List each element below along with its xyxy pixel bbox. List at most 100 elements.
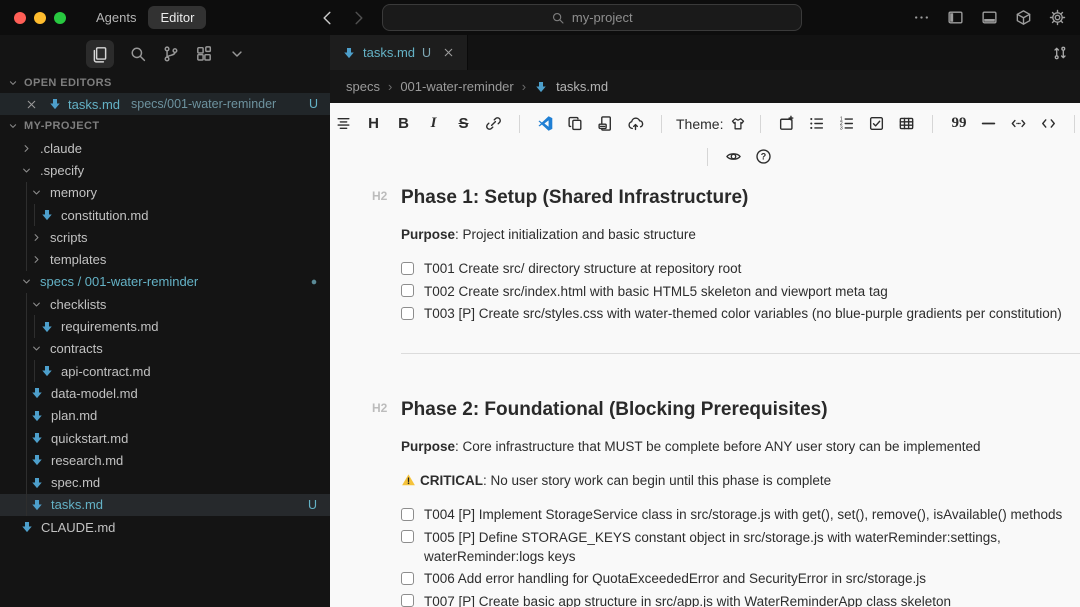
close-icon[interactable] xyxy=(25,98,38,111)
panel-left-icon[interactable] xyxy=(947,9,964,26)
forward-arrow-icon[interactable] xyxy=(350,9,368,27)
help-button[interactable]: ? xyxy=(750,144,777,170)
file-export-button[interactable] xyxy=(592,111,619,137)
heading-button[interactable]: H xyxy=(360,111,387,137)
tree-file-constitution-md[interactable]: constitution.md xyxy=(0,204,330,226)
task-checkbox[interactable] xyxy=(401,262,414,275)
tree-item-label: scripts xyxy=(50,230,88,245)
blockquote-button[interactable]: 99 xyxy=(945,111,972,137)
tree-file-api-contract-md[interactable]: api-contract.md xyxy=(0,360,330,382)
tree-file-quickstart-md[interactable]: quickstart.md xyxy=(0,427,330,449)
strikethrough-button[interactable]: S xyxy=(450,111,477,137)
tree-file-tasks-md[interactable]: tasks.mdU xyxy=(0,494,330,516)
link-button[interactable] xyxy=(480,111,507,137)
open-editors-header[interactable]: OPEN EDITORS xyxy=(0,72,330,93)
tree-item-label: .specify xyxy=(40,163,84,178)
tree-file-claude-md[interactable]: CLAUDE.md xyxy=(0,516,330,538)
task-checkbox[interactable] xyxy=(401,530,414,543)
task-checkbox[interactable] xyxy=(401,307,414,320)
task-checkbox-icon xyxy=(868,115,885,132)
bullet-list-icon xyxy=(808,115,825,132)
project-search-input[interactable]: my-project xyxy=(382,4,802,31)
tab-tasks-md[interactable]: tasks.md U xyxy=(330,35,468,70)
tree-folder-memory[interactable]: memory xyxy=(0,182,330,204)
package-cube-icon[interactable] xyxy=(1015,9,1032,26)
task-item: T003 [P] Create src/styles.css with wate… xyxy=(401,304,1080,323)
extensions-icon[interactable] xyxy=(195,45,213,63)
menu-tab-agents[interactable]: Agents xyxy=(90,6,142,29)
search-icon[interactable] xyxy=(129,45,147,63)
breadcrumb-specs[interactable]: specs xyxy=(346,79,380,94)
zoom-window-button[interactable] xyxy=(54,12,66,24)
chevron-down-icon[interactable] xyxy=(228,45,246,63)
code-block-button[interactable] xyxy=(1035,111,1062,137)
open-changes-diff-icon[interactable] xyxy=(1052,45,1068,61)
horizontal-rule-icon xyxy=(980,115,997,132)
tree-folder-contracts[interactable]: contracts xyxy=(0,338,330,360)
tree-file-data-model-md[interactable]: data-model.md xyxy=(0,382,330,404)
task-checkbox[interactable] xyxy=(401,572,414,585)
task-checkbox[interactable] xyxy=(401,508,414,521)
tree-folder-checklists[interactable]: checklists xyxy=(0,293,330,315)
tab-actions xyxy=(1052,45,1080,61)
numbered-list-button[interactable]: 123 xyxy=(833,111,860,137)
more-ellipsis-icon[interactable] xyxy=(913,9,930,26)
task-item: T001 Create src/ directory structure at … xyxy=(401,259,1080,278)
chevron-right-icon xyxy=(20,142,33,155)
document-body[interactable]: H2Phase 1: Setup (Shared Infrastructure)… xyxy=(330,173,1080,607)
italic-button[interactable]: I xyxy=(420,111,447,137)
search-value: my-project xyxy=(572,10,633,25)
tree-folder-specs-001-water-reminder[interactable]: specs / 001-water-reminder xyxy=(0,271,330,293)
paragraph-text: : Core infrastructure that MUST be compl… xyxy=(455,439,981,454)
task-item: T004 [P] Implement StorageService class … xyxy=(401,505,1080,524)
sidebar-toolbar xyxy=(0,35,330,72)
tree-folder-templates[interactable]: templates xyxy=(0,248,330,270)
back-arrow-icon[interactable] xyxy=(318,9,336,27)
settings-gear-icon[interactable] xyxy=(1049,9,1066,26)
breadcrumb-feature[interactable]: 001-water-reminder xyxy=(400,79,513,94)
insert-block-icon xyxy=(778,115,795,132)
menu-tab-editor[interactable]: Editor xyxy=(148,6,206,29)
upload-cloud-button[interactable] xyxy=(622,111,649,137)
tree-folder--specify[interactable]: .specify xyxy=(0,159,330,181)
insert-block-button[interactable] xyxy=(773,111,800,137)
bold-button[interactable]: B xyxy=(390,111,417,137)
tree-file-requirements-md[interactable]: requirements.md xyxy=(0,315,330,337)
task-checkbox-button[interactable] xyxy=(863,111,890,137)
upload-cloud-icon xyxy=(627,115,644,132)
toolbar-separator xyxy=(707,148,708,166)
task-checkbox[interactable] xyxy=(401,594,414,607)
markdown-file-icon xyxy=(30,453,44,467)
inline-code-button[interactable] xyxy=(1005,111,1032,137)
task-label: T005 [P] Define STORAGE_KEYS constant ob… xyxy=(424,528,1080,566)
panel-bottom-icon[interactable] xyxy=(981,9,998,26)
align-center-button[interactable] xyxy=(330,111,357,137)
close-window-button[interactable] xyxy=(14,12,26,24)
section-heading: Phase 1: Setup (Shared Infrastructure) xyxy=(401,187,748,208)
explorer-header[interactable]: MY-PROJECT xyxy=(0,115,330,136)
horizontal-rule-button[interactable] xyxy=(975,111,1002,137)
paragraph-bold: Purpose xyxy=(401,227,455,242)
preview-eye-icon xyxy=(725,148,742,165)
vscode-button[interactable] xyxy=(532,111,559,137)
tree-file-plan-md[interactable]: plan.md xyxy=(0,405,330,427)
copy-button[interactable] xyxy=(562,111,589,137)
tree-file-research-md[interactable]: research.md xyxy=(0,449,330,471)
tree-folder-scripts[interactable]: scripts xyxy=(0,226,330,248)
open-editor-item-tasks-md[interactable]: tasks.md specs/001-water-reminder U xyxy=(0,93,330,115)
files-icon[interactable] xyxy=(86,40,114,68)
task-checkbox[interactable] xyxy=(401,284,414,297)
code-block-icon xyxy=(1040,115,1057,132)
bullet-list-button[interactable] xyxy=(803,111,830,137)
theme-select[interactable]: Theme: xyxy=(676,116,746,132)
tree-folder--claude[interactable]: .claude xyxy=(0,137,330,159)
table-button[interactable] xyxy=(893,111,920,137)
breadcrumb-file[interactable]: tasks.md xyxy=(556,79,608,94)
close-icon[interactable] xyxy=(442,46,455,59)
paragraph-text: : No user story work can begin until thi… xyxy=(483,473,831,488)
svg-text:?: ? xyxy=(761,152,766,162)
tree-file-spec-md[interactable]: spec.md xyxy=(0,471,330,493)
preview-eye-button[interactable] xyxy=(720,144,747,170)
source-control-icon[interactable] xyxy=(162,45,180,63)
minimize-window-button[interactable] xyxy=(34,12,46,24)
